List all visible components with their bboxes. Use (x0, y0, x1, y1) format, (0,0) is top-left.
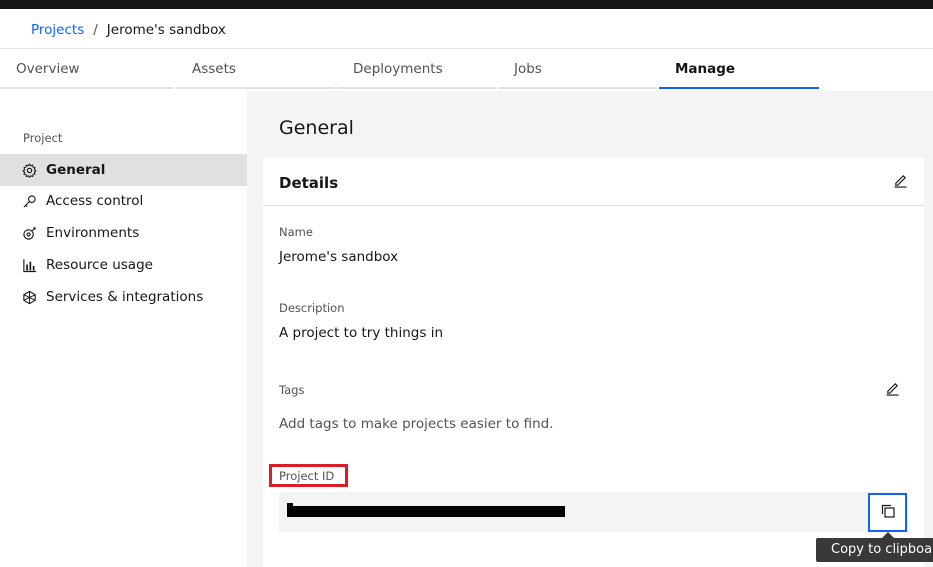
name-label: Name (279, 225, 313, 239)
sidebar-heading: Project (23, 131, 63, 145)
edit-icon (893, 173, 908, 192)
tab-bar: Overview Assets Deployments Jobs Manage (0, 48, 933, 89)
edit-icon (885, 381, 900, 400)
sidebar-item-access-control[interactable]: Access control (0, 185, 247, 217)
project-id-label: Project ID (279, 469, 335, 483)
environment-icon (21, 225, 37, 241)
sidebar-item-services-integrations[interactable]: Services & integrations (0, 281, 247, 313)
tags-placeholder: Add tags to make projects easier to find… (279, 416, 554, 432)
key-icon (21, 193, 37, 209)
tab-overview[interactable]: Overview (0, 49, 174, 89)
sidebar-item-environments[interactable]: Environments (0, 217, 247, 249)
tab-manage[interactable]: Manage (659, 49, 819, 89)
tab-deployments[interactable]: Deployments (337, 49, 496, 89)
copy-tooltip: Copy to clipboard (816, 538, 933, 562)
edit-details-button[interactable] (890, 172, 910, 192)
tab-jobs[interactable]: Jobs (498, 49, 657, 89)
description-label: Description (279, 301, 345, 315)
sidebar-item-label: General (46, 162, 106, 178)
bar-chart-icon (21, 257, 37, 273)
sidebar-item-label: Access control (46, 193, 144, 209)
edit-tags-button[interactable] (882, 380, 902, 400)
sidebar-item-label: Resource usage (46, 257, 153, 273)
page-title: General (279, 117, 354, 139)
sidebar-item-label: Services & integrations (46, 289, 204, 305)
details-header: Details (263, 158, 924, 206)
breadcrumb-current: Jerome's sandbox (106, 22, 226, 38)
project-id-field (279, 492, 908, 532)
tab-assets[interactable]: Assets (176, 49, 335, 89)
project-id-redacted-value (287, 503, 565, 517)
settings-icon (21, 162, 37, 178)
copy-to-clipboard-button[interactable] (868, 493, 907, 532)
sidebar-item-resource-usage[interactable]: Resource usage (0, 249, 247, 281)
tags-label: Tags (279, 383, 305, 397)
name-value: Jerome's sandbox (279, 249, 399, 265)
sidebar-item-label: Environments (46, 225, 140, 241)
description-value: A project to try things in (279, 325, 443, 341)
sidebar: Project General Access control Environme… (0, 91, 247, 567)
integrations-icon (21, 289, 37, 305)
breadcrumb: Projects / Jerome's sandbox (31, 20, 226, 40)
details-card: Details Name Jerome's sandbox Descriptio… (263, 158, 924, 567)
breadcrumb-separator: / (93, 22, 98, 38)
details-title: Details (279, 174, 339, 192)
copy-icon (880, 503, 896, 523)
main-content: General Details Name Jerome's sandbox De… (247, 91, 933, 567)
sidebar-item-general[interactable]: General (0, 154, 247, 186)
breadcrumb-projects-link[interactable]: Projects (31, 22, 84, 38)
top-bar (0, 0, 933, 9)
